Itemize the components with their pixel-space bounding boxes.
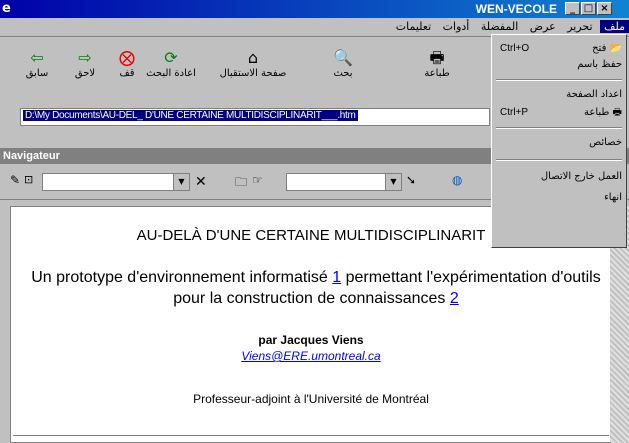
home-icon: ⌂: [247, 48, 259, 67]
menu-separator: [496, 79, 622, 81]
menu-item-work-offline-label: العمل خارج الاتصال: [540, 171, 622, 182]
printer-icon: 🖶: [612, 107, 622, 118]
author-line: par Jacques Viens: [258, 333, 364, 347]
refresh-icon: ⟳: [164, 48, 178, 67]
page-hand-icon[interactable]: ☞: [252, 173, 266, 191]
menu-item-save-as-label: حفظ باسم: [577, 59, 622, 70]
home-button[interactable]: ⌂ صفحة الاستقبال: [218, 48, 288, 79]
edit-pencil-icon[interactable]: ✎: [10, 173, 24, 191]
document-subtitle: Un prototype d'environnement informatisé…: [21, 267, 611, 309]
magnifier-icon[interactable]: ⊡: [24, 173, 38, 191]
address-value: D:\My Documents\AU-DEL_ D'UNE CERTAINE M…: [23, 110, 358, 121]
minimize-button[interactable]: _: [565, 2, 580, 15]
menu-item-save-as[interactable]: حفظ باسم: [496, 57, 622, 73]
chevron-down-icon[interactable]: ▼: [385, 174, 401, 190]
refresh-label: اعادة البحث: [146, 68, 196, 79]
menu-item-page-setup-label: اعداد الصفحة: [566, 89, 622, 100]
menu-item-page-setup[interactable]: اعداد الصفحة: [496, 87, 622, 103]
navigator-combo-1[interactable]: ▼: [42, 173, 190, 191]
menu-separator: [496, 159, 622, 161]
menu-item-print[interactable]: 🖶 طباعة Ctrl+P: [496, 105, 622, 121]
file-menu-dropdown: 📂 فتح Ctrl+O حفظ باسم اعداد الصفحة 🖶 طبا…: [491, 34, 627, 248]
menu-tools[interactable]: أدوات: [439, 20, 474, 33]
menu-item-properties[interactable]: خصائص: [496, 135, 622, 151]
menu-item-print-label: طباعة: [584, 107, 610, 118]
bookmark-folder-icon[interactable]: 🗀: [235, 173, 249, 191]
close-button[interactable]: ×: [597, 2, 612, 15]
menu-favorites[interactable]: المفضلة: [477, 20, 522, 33]
close-x-icon[interactable]: ✕: [195, 173, 209, 191]
globe-icon[interactable]: ◍: [452, 173, 466, 191]
affiliation-line: Professeur-adjoint à l'Université de Mon…: [193, 392, 429, 406]
search-label: بحث: [333, 68, 353, 79]
footnote-link-2[interactable]: 2: [450, 290, 459, 307]
printer-icon: 🖶: [429, 48, 445, 67]
toolbar: ⇦ سابق ⇨ لاحق ⨂ قف ⟳ اعادة البحث ⌂ صفحة …: [0, 40, 490, 100]
menu-item-open-label: فتح: [592, 43, 607, 54]
stop-icon: ⨂: [119, 48, 135, 67]
chevron-down-icon[interactable]: ▼: [173, 174, 189, 190]
refresh-button[interactable]: ⟳ اعادة البحث: [146, 48, 196, 79]
search-globe-icon: 🔍: [333, 48, 353, 67]
menu-file[interactable]: ملف: [600, 20, 629, 33]
footnote-link-1[interactable]: 1: [332, 269, 341, 286]
print-label: طباعة: [424, 68, 450, 79]
menu-item-work-offline[interactable]: العمل خارج الاتصال: [496, 169, 622, 185]
open-shortcut: Ctrl+O: [500, 43, 530, 54]
link-arrow-icon[interactable]: ➘: [406, 173, 420, 191]
search-button[interactable]: 🔍 بحث: [318, 48, 368, 79]
ie-logo-icon: e: [2, 1, 11, 16]
stop-label: قف: [119, 68, 135, 79]
menu-item-open[interactable]: 📂 فتح Ctrl+O: [496, 41, 622, 57]
menu-separator: [496, 127, 622, 129]
home-label: صفحة الاستقبال: [219, 68, 287, 79]
menu-view[interactable]: عرض: [526, 20, 560, 33]
print-button[interactable]: 🖶 طباعة: [412, 48, 462, 79]
menu-item-exit[interactable]: انهاء: [496, 190, 622, 206]
horizontal-rule: [13, 435, 609, 436]
menu-item-exit-label: انهاء: [604, 192, 622, 203]
menu-item-properties-label: خصائص: [589, 137, 622, 148]
back-arrow-icon: ⇦: [30, 48, 44, 67]
menu-help[interactable]: تعليمات: [392, 20, 435, 33]
email-link[interactable]: Viens@ERE.umontreal.ca: [11, 349, 611, 363]
maximize-button[interactable]: □: [581, 2, 596, 15]
menu-edit[interactable]: تحرير: [563, 20, 596, 33]
title-bar: e WEN-VECOLE _ □ ×: [0, 0, 629, 18]
back-button[interactable]: ⇦ سابق: [12, 48, 62, 79]
back-label: سابق: [25, 68, 49, 79]
address-field[interactable]: D:\My Documents\AU-DEL_ D'UNE CERTAINE M…: [20, 108, 490, 126]
subtitle-text-a: Un prototype d'environnement informatisé: [31, 269, 333, 286]
window-title: WEN-VECOLE: [475, 2, 557, 16]
navigator-combo-2[interactable]: ▼: [286, 173, 402, 191]
print-shortcut: Ctrl+P: [500, 107, 529, 118]
open-folder-icon: 📂: [609, 43, 622, 54]
stop-button[interactable]: ⨂ قف: [102, 48, 152, 79]
